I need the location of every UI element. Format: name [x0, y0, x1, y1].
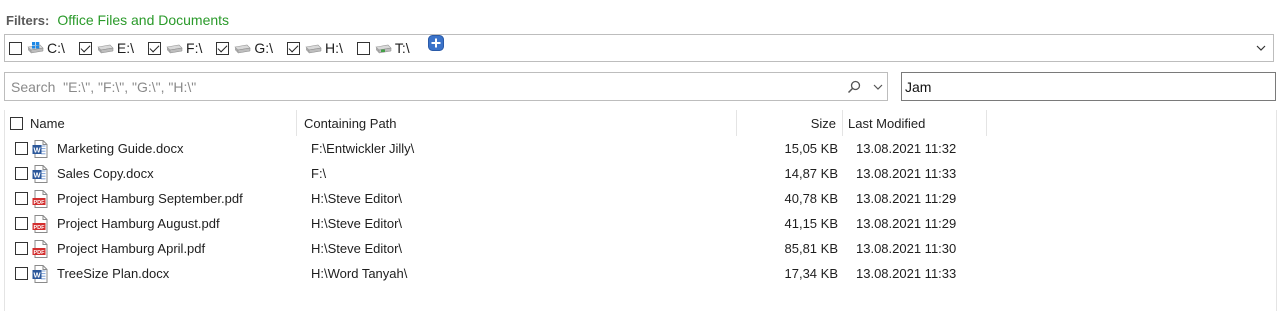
file-size: 17,34 KB	[784, 266, 839, 281]
last-modified: 13.08.2021 11:32	[856, 141, 957, 156]
search-field[interactable]	[4, 72, 888, 101]
column-name-label: Name	[30, 115, 65, 131]
hard-drive-icon	[97, 44, 114, 54]
search-term-input[interactable]	[902, 73, 1275, 100]
column-header-modified[interactable]: Last Modified	[843, 110, 987, 136]
svg-text:PDF: PDF	[34, 249, 46, 255]
results-table: Name Containing Path Size Last Modified …	[4, 110, 1277, 311]
column-modified-label: Last Modified	[848, 115, 926, 131]
drive-item[interactable]: G:\	[216, 40, 273, 56]
containing-path: H:\Steve Editor\	[311, 191, 403, 206]
pdf-file-icon: PDF	[32, 239, 48, 258]
row-checkbox[interactable]	[15, 217, 28, 230]
chevron-down-icon[interactable]	[1256, 43, 1266, 53]
containing-path: F:\Entwickler Jilly\	[311, 141, 415, 156]
column-size-label: Size	[810, 115, 836, 131]
file-size: 15,05 KB	[784, 141, 839, 156]
table-row[interactable]: W TreeSize Plan.docx H:\Word Tanyah\ 17,34 …	[5, 261, 1276, 286]
pdf-file-icon: PDF	[32, 189, 48, 208]
drive-checkbox[interactable]	[216, 41, 230, 55]
pdf-file-icon: PDF	[32, 214, 48, 233]
drive-label: E:\	[116, 40, 135, 56]
drive-item[interactable]: T:\	[356, 40, 410, 56]
file-size: 40,78 KB	[784, 191, 839, 206]
column-header-name[interactable]: Name	[5, 110, 297, 136]
drive-label: H:\	[325, 40, 343, 56]
drive-checkbox[interactable]	[9, 41, 22, 55]
svg-text:W: W	[33, 170, 41, 179]
column-header-size[interactable]: Size	[737, 110, 843, 136]
containing-path: H:\Steve Editor\	[311, 216, 403, 231]
add-drive-icon[interactable]	[427, 35, 444, 51]
filters-line: Filters: Office Files and Documents	[6, 11, 229, 29]
svg-text:W: W	[33, 145, 41, 154]
row-checkbox[interactable]	[15, 267, 28, 280]
word-document-icon: W	[32, 264, 48, 283]
svg-text:PDF: PDF	[34, 224, 46, 230]
last-modified: 13.08.2021 11:30	[856, 241, 957, 256]
search-input[interactable]	[5, 73, 841, 100]
drive-checkbox[interactable]	[287, 41, 301, 55]
drive-label: F:\	[186, 40, 203, 56]
select-all-checkbox[interactable]	[10, 116, 23, 130]
file-name: Marketing Guide.docx	[57, 141, 184, 156]
row-checkbox[interactable]	[15, 142, 28, 155]
search-term-field[interactable]	[901, 72, 1276, 101]
table-header: Name Containing Path Size Last Modified	[5, 110, 1276, 136]
drive-label: C:\	[47, 40, 65, 56]
row-checkbox[interactable]	[15, 192, 28, 205]
drive-label: G:\	[254, 40, 274, 56]
column-path-label: Containing Path	[304, 115, 397, 131]
drive-checkbox[interactable]	[78, 41, 92, 55]
row-checkbox[interactable]	[15, 242, 28, 255]
drive-selector[interactable]: C:\ E:\ F:\ G:\ H:\ T:\	[4, 34, 1274, 62]
table-row[interactable]: PDF Project Hamburg April.pdf H:\Steve Edi…	[5, 236, 1276, 261]
last-modified: 13.08.2021 11:29	[856, 191, 957, 206]
table-row[interactable]: W Marketing Guide.docx F:\Entwickler Jilly…	[5, 136, 1276, 161]
column-header-path[interactable]: Containing Path	[297, 110, 737, 136]
file-size: 14,87 KB	[784, 166, 839, 181]
file-size: 85,81 KB	[784, 241, 839, 256]
row-checkbox[interactable]	[15, 167, 28, 180]
svg-text:PDF: PDF	[34, 199, 46, 205]
file-name: Project Hamburg April.pdf	[57, 241, 206, 256]
containing-path: H:\Word Tanyah\	[311, 266, 408, 281]
file-name: Sales Copy.docx	[57, 166, 154, 181]
file-name: TreeSize Plan.docx	[57, 266, 170, 281]
word-document-icon: W	[32, 139, 48, 158]
file-size: 41,15 KB	[784, 216, 839, 231]
network-drive-icon	[375, 44, 392, 54]
drive-item[interactable]: C:\	[9, 40, 65, 56]
table-row[interactable]: PDF Project Hamburg September.pdf H:\Steve…	[5, 186, 1276, 211]
search-icon[interactable]	[847, 80, 861, 94]
hard-drive-icon	[305, 44, 322, 54]
last-modified: 13.08.2021 11:33	[856, 166, 957, 181]
drive-checkbox[interactable]	[356, 41, 370, 55]
table-row[interactable]: W Sales Copy.docx F:\ 14,87 KB 13.08.2021 11…	[5, 161, 1276, 186]
containing-path: F:\	[311, 166, 327, 181]
file-name: Project Hamburg August.pdf	[57, 216, 220, 231]
containing-path: H:\Steve Editor\	[311, 241, 403, 256]
drive-item[interactable]: F:\	[148, 40, 202, 56]
hard-drive-icon	[234, 44, 251, 54]
windows-drive-icon	[27, 42, 44, 54]
table-row[interactable]: PDF Project Hamburg August.pdf H:\Steve Ed…	[5, 211, 1276, 236]
word-document-icon: W	[32, 164, 48, 183]
filters-label: Filters:	[6, 12, 50, 28]
last-modified: 13.08.2021 11:33	[856, 266, 957, 281]
drive-item[interactable]: H:\	[287, 40, 343, 56]
drive-label: T:\	[394, 40, 410, 56]
drive-checkbox[interactable]	[148, 41, 162, 55]
last-modified: 13.08.2021 11:29	[856, 216, 957, 231]
chevron-down-icon[interactable]	[873, 82, 883, 92]
svg-text:W: W	[33, 270, 41, 279]
drive-item[interactable]: E:\	[78, 40, 135, 56]
file-name: Project Hamburg September.pdf	[57, 191, 243, 206]
hard-drive-icon	[166, 44, 183, 54]
filters-value[interactable]: Office Files and Documents	[57, 12, 229, 28]
